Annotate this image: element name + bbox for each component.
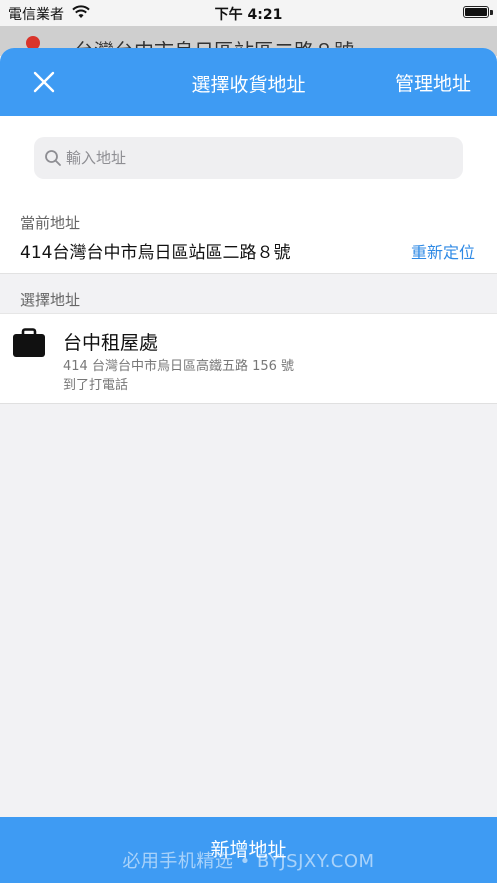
- nav-bar: 選擇收貨地址 管理地址: [0, 48, 497, 116]
- address-item[interactable]: 台中租屋處 414 台灣台中市烏日區高鐵五路 156 號 到了打電話: [0, 314, 497, 403]
- briefcase-icon: [13, 328, 45, 357]
- manage-address-button[interactable]: 管理地址: [395, 69, 471, 96]
- search-icon: [45, 150, 61, 166]
- clock: 下午 4:21: [214, 7, 283, 23]
- search-box[interactable]: [34, 137, 463, 179]
- address-note: 到了打電話: [63, 378, 129, 393]
- current-address-value: 414台灣台中市烏日區站區二路８號: [20, 243, 291, 263]
- search-section: [0, 116, 497, 198]
- battery-icon: [463, 6, 489, 18]
- add-address-button[interactable]: 新增地址: [0, 817, 497, 883]
- current-address-section: 當前地址 414台灣台中市烏日區站區二路８號 重新定位: [0, 198, 497, 274]
- current-address-label: 當前地址: [20, 214, 81, 232]
- address-name: 台中租屋處: [63, 332, 159, 354]
- address-picker-sheet: 選擇收貨地址 管理地址 當前地址 414台灣台中市烏日區站區二路８號 重新定位 …: [0, 48, 497, 883]
- battery-cap-icon: [490, 10, 493, 15]
- status-bar: 電信業者 下午 4:21: [0, 0, 497, 26]
- search-input[interactable]: [66, 137, 446, 179]
- address-detail: 414 台灣台中市烏日區高鐵五路 156 號: [63, 359, 295, 374]
- address-list: 台中租屋處 414 台灣台中市烏日區高鐵五路 156 號 到了打電話: [0, 313, 497, 404]
- relocate-button[interactable]: 重新定位: [411, 239, 475, 263]
- app-screen: 電信業者 下午 4:21 台灣台中市烏日區站區二路８號 選擇收貨地址 管理地址: [0, 0, 497, 883]
- select-address-header: 選擇地址: [20, 291, 81, 309]
